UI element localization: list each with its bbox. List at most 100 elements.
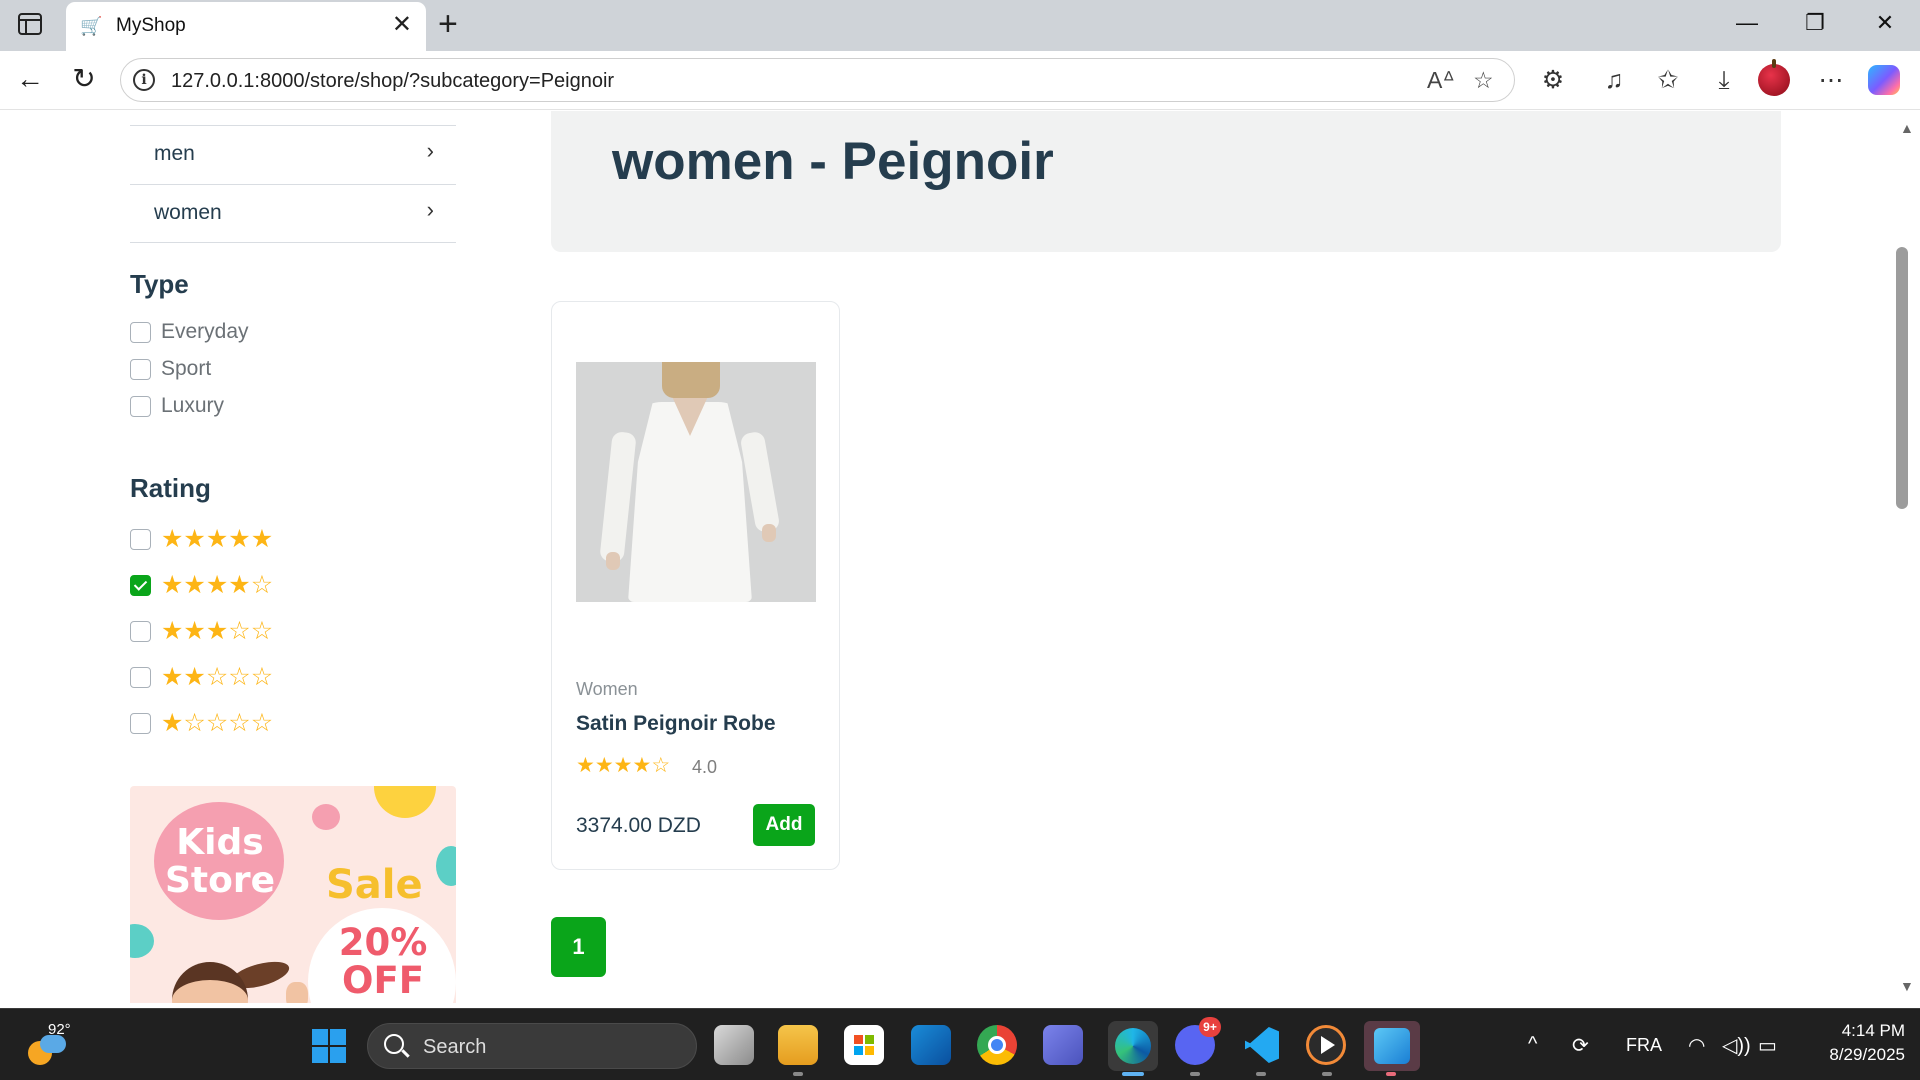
read-aloud-icon[interactable]: Aᐞ <box>1427 67 1455 94</box>
star-empty-icon: ☆ <box>228 709 251 737</box>
girl-illustration <box>286 982 308 1003</box>
rating-section-title: Rating <box>130 473 211 503</box>
product-rating-value: 4.0 <box>692 757 718 777</box>
media-player-icon[interactable] <box>1306 1025 1346 1065</box>
chevron-up-icon[interactable]: ^ <box>1528 1033 1537 1056</box>
address-bar[interactable]: i 127.0.0.1:8000/store/shop/?subcategory… <box>120 58 1515 102</box>
discord-badge: 9+ <box>1199 1017 1221 1037</box>
girl-illustration <box>172 962 248 1003</box>
close-tab-icon[interactable]: ✕ <box>392 12 412 38</box>
favorites-icon[interactable]: ✩ <box>1651 64 1685 96</box>
taskbar-search[interactable]: Search <box>367 1023 697 1069</box>
product-photo-shape <box>599 431 637 563</box>
rating-checkbox-5[interactable] <box>130 529 151 550</box>
type-label[interactable]: Everyday <box>161 320 249 344</box>
sync-icon[interactable]: ⟳ <box>1572 1033 1589 1058</box>
star-filled-icon: ★ <box>228 525 251 553</box>
star-empty-icon: ☆ <box>250 663 274 691</box>
media-icon[interactable]: ♫ <box>1597 64 1631 96</box>
star-filled-icon: ★ <box>183 525 206 553</box>
rating-checkbox-4[interactable] <box>130 575 151 596</box>
profile-avatar[interactable] <box>1758 59 1790 96</box>
star-filled-icon: ★ <box>205 617 229 645</box>
copilot-icon[interactable] <box>1868 65 1900 95</box>
outlook-icon[interactable] <box>911 1025 951 1065</box>
type-checkbox[interactable] <box>130 359 151 380</box>
favorite-star-icon[interactable]: ☆ <box>1473 67 1494 94</box>
rating-stars-5[interactable]: ★★★★★ <box>161 526 273 552</box>
scroll-up-icon[interactable]: ▲ <box>1900 120 1914 136</box>
address-bar-row: ← ↻ i 127.0.0.1:8000/store/shop/?subcate… <box>0 51 1920 110</box>
product-photo-shape <box>662 362 720 398</box>
type-label[interactable]: Luxury <box>161 394 224 418</box>
category-item-women[interactable]: women › <box>130 185 456 241</box>
pagination-page-button[interactable]: 1 <box>551 917 606 977</box>
discord-icon[interactable]: 9+ <box>1175 1017 1221 1065</box>
star-empty-icon: ☆ <box>250 709 274 737</box>
scroll-down-icon[interactable]: ▼ <box>1900 978 1914 994</box>
new-tab-icon[interactable]: + <box>438 6 458 42</box>
add-to-cart-button[interactable]: Add <box>753 804 815 846</box>
chrome-center <box>988 1036 1006 1054</box>
more-menu-icon[interactable]: ⋯ <box>1814 64 1848 96</box>
chrome-icon[interactable] <box>977 1025 1017 1065</box>
running-indicator <box>1322 1072 1332 1076</box>
product-image[interactable] <box>576 362 816 602</box>
microsoft-store-icon[interactable] <box>844 1025 884 1065</box>
tab-actions-icon[interactable] <box>18 13 42 35</box>
edge-app-active[interactable] <box>1108 1021 1158 1071</box>
battery-icon[interactable]: ▭ <box>1758 1033 1777 1058</box>
task-view-icon[interactable] <box>714 1025 754 1065</box>
url-text[interactable]: 127.0.0.1:8000/store/shop/?subcategory=P… <box>171 70 614 93</box>
windows-start-icon[interactable] <box>312 1029 346 1063</box>
site-info-icon[interactable]: i <box>133 69 155 91</box>
rating-stars-2[interactable]: ★★☆☆☆ <box>161 664 273 690</box>
star-empty-icon: ☆ <box>183 709 206 737</box>
star-filled-icon: ★ <box>161 663 184 691</box>
product-photo-shape <box>762 524 776 542</box>
file-explorer-icon[interactable] <box>778 1025 818 1065</box>
rating-stars-4[interactable]: ★★★★☆ <box>161 572 273 598</box>
language-indicator[interactable]: FRA <box>1626 1035 1662 1056</box>
star-empty-icon: ☆ <box>228 617 251 645</box>
teams-icon[interactable] <box>1043 1025 1083 1065</box>
rating-stars-1[interactable]: ★☆☆☆☆ <box>161 710 273 736</box>
product-name[interactable]: Satin Peignoir Robe <box>576 712 776 736</box>
category-label: women <box>154 201 222 224</box>
type-checkbox[interactable] <box>130 322 151 343</box>
store-logo-square <box>854 1035 863 1044</box>
volume-icon[interactable]: ◁)) <box>1722 1033 1751 1058</box>
photos-app-active[interactable] <box>1364 1021 1420 1071</box>
rating-checkbox-2[interactable] <box>130 667 151 688</box>
tab-myshop[interactable]: 🛒 MyShop ✕ <box>66 2 426 51</box>
category-item-men[interactable]: men › <box>130 126 456 182</box>
system-clock[interactable]: 4:14 PM 8/29/2025 <box>1805 1019 1905 1067</box>
decor-blob <box>374 786 436 818</box>
scrollbar[interactable] <box>1894 111 1920 1003</box>
rating-checkbox-1[interactable] <box>130 713 151 734</box>
star-filled-icon: ★ <box>161 709 184 737</box>
wifi-icon[interactable]: ◠ <box>1688 1033 1705 1058</box>
divider <box>130 242 456 243</box>
rating-checkbox-3[interactable] <box>130 621 151 642</box>
extensions-icon[interactable]: ⚙ <box>1536 64 1570 96</box>
star-filled-icon: ★ <box>613 754 633 777</box>
vscode-icon[interactable] <box>1241 1025 1281 1065</box>
close-window-icon[interactable]: ✕ <box>1870 10 1900 36</box>
minimize-icon[interactable]: — <box>1732 10 1762 36</box>
banner-line1: Kids <box>176 822 264 863</box>
refresh-icon[interactable]: ↻ <box>66 61 102 97</box>
scrollbar-thumb[interactable] <box>1896 247 1908 509</box>
active-indicator <box>1122 1072 1144 1076</box>
restore-icon[interactable]: ❐ <box>1800 10 1830 36</box>
kids-store-banner[interactable]: Kids Store Sale 20% OFF <box>130 786 456 1003</box>
back-icon[interactable]: ← <box>12 61 48 97</box>
rating-stars-3[interactable]: ★★★☆☆ <box>161 618 273 644</box>
star-filled-icon: ★ <box>632 754 652 777</box>
type-label[interactable]: Sport <box>161 357 211 381</box>
product-card[interactable]: Women Satin Peignoir Robe ★★★★☆ 4.0 3374… <box>551 301 840 870</box>
type-checkbox[interactable] <box>130 396 151 417</box>
discount-off: OFF <box>341 959 424 1002</box>
downloads-icon[interactable]: ⤓ <box>1707 64 1741 96</box>
search-label: Search <box>423 1036 487 1058</box>
